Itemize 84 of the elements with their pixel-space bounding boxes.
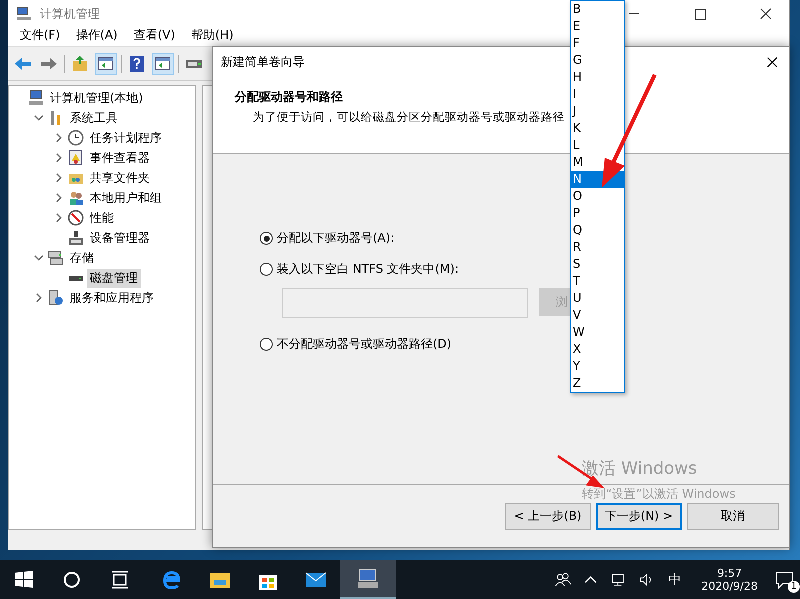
drive-letter-option[interactable]: R bbox=[571, 239, 624, 256]
drive-letter-option[interactable]: F bbox=[571, 35, 624, 52]
services-icon bbox=[48, 290, 64, 306]
drive-letter-option[interactable]: T bbox=[571, 273, 624, 290]
radio-button[interactable] bbox=[260, 263, 273, 276]
storage-icon bbox=[48, 250, 64, 266]
users-icon bbox=[68, 190, 84, 206]
collapsed-chevron-icon[interactable] bbox=[54, 153, 64, 163]
tree-item[interactable]: 系统工具 bbox=[67, 108, 121, 128]
gauge-icon bbox=[68, 210, 84, 226]
notification-badge: 1 bbox=[788, 580, 800, 592]
tree-item[interactable]: 设备管理器 bbox=[87, 228, 153, 248]
menu-item[interactable]: 文件(F) bbox=[12, 28, 68, 43]
expanded-chevron-icon[interactable] bbox=[34, 113, 44, 123]
computer-icon bbox=[16, 6, 32, 22]
compmgmt-taskbar-button[interactable] bbox=[340, 560, 396, 599]
step-description: 为了便于访问，可以给磁盘分区分配驱动器号或驱动器路径 bbox=[253, 110, 565, 125]
tree-item[interactable]: 计算机管理(本地) bbox=[47, 88, 146, 108]
activation-text: 转到“设置”以激活 Windows bbox=[582, 487, 736, 502]
radio-button[interactable] bbox=[260, 338, 273, 351]
people-icon[interactable] bbox=[554, 570, 572, 588]
drive-letter-option[interactable]: H bbox=[571, 69, 624, 86]
drive-letter-option[interactable]: V bbox=[571, 307, 624, 324]
menu-item[interactable]: 查看(V) bbox=[126, 28, 184, 43]
close-button[interactable] bbox=[766, 56, 779, 68]
device-icon bbox=[68, 230, 84, 246]
step-heading: 分配驱动器号和路径 bbox=[235, 89, 343, 106]
collapsed-chevron-icon[interactable] bbox=[54, 133, 64, 143]
tree-item[interactable]: 性能 bbox=[87, 208, 117, 228]
dialog-title: 新建简单卷向导 bbox=[221, 54, 305, 70]
drive-letter-option[interactable]: Y bbox=[571, 358, 624, 375]
clock-date[interactable]: 2020/9/28 bbox=[702, 580, 758, 592]
tree-item[interactable]: 服务和应用程序 bbox=[67, 288, 157, 308]
drive-letter-option[interactable]: B bbox=[571, 1, 624, 18]
radio-label: 装入以下空白 NTFS 文件夹中(M): bbox=[277, 261, 460, 278]
clock-time[interactable]: 9:57 bbox=[717, 566, 742, 580]
collapsed-chevron-icon[interactable] bbox=[54, 193, 64, 203]
tree-item[interactable]: 存储 bbox=[67, 248, 97, 268]
tree-item[interactable]: 共享文件夹 bbox=[87, 168, 153, 188]
drive-letter-option[interactable]: G bbox=[571, 52, 624, 69]
clock-icon bbox=[68, 130, 84, 146]
toolbar-pane-button[interactable] bbox=[95, 52, 117, 74]
input-method-indicator[interactable]: 中 bbox=[668, 570, 682, 588]
expanded-chevron-icon[interactable] bbox=[34, 253, 44, 263]
drive-letter-option[interactable]: O bbox=[571, 188, 624, 205]
drive-letter-option[interactable]: X bbox=[571, 341, 624, 358]
wizard-button[interactable]: < 上一步(B) bbox=[505, 502, 591, 530]
tree-item[interactable]: 磁盘管理 bbox=[87, 268, 141, 288]
drive-letter-option[interactable]: S bbox=[571, 256, 624, 273]
help-icon bbox=[128, 54, 146, 72]
collapsed-chevron-icon[interactable] bbox=[54, 213, 64, 223]
drive-letter-option[interactable]: L bbox=[571, 137, 624, 154]
notification-icon[interactable] bbox=[775, 570, 795, 590]
pane-icon bbox=[97, 54, 115, 72]
menu-item[interactable]: 操作(A) bbox=[68, 28, 126, 43]
tree-item[interactable]: 事件查看器 bbox=[87, 148, 153, 168]
drive-letter-option[interactable]: K bbox=[571, 120, 624, 137]
tree-item[interactable]: 任务计划程序 bbox=[87, 128, 165, 148]
drive-letter-option[interactable]: P bbox=[571, 205, 624, 222]
wizard-button[interactable]: 下一步(N) > bbox=[596, 502, 682, 530]
drive-letter-option[interactable]: E bbox=[571, 18, 624, 35]
drive-letter-option[interactable]: Q bbox=[571, 222, 624, 239]
radio-label: 分配以下驱动器号(A): bbox=[277, 230, 395, 247]
drive-letter-option[interactable]: U bbox=[571, 290, 624, 307]
computer-icon bbox=[356, 566, 380, 590]
computer-icon bbox=[28, 90, 44, 106]
radio-button[interactable] bbox=[260, 232, 273, 245]
drive-letter-option[interactable]: I bbox=[571, 86, 624, 103]
tree-item[interactable]: 本地用户和组 bbox=[87, 188, 165, 208]
collapsed-chevron-icon[interactable] bbox=[54, 173, 64, 183]
drive-letter-option[interactable]: M bbox=[571, 154, 624, 171]
menu-item[interactable]: 帮助(H) bbox=[183, 28, 242, 43]
up-icon bbox=[71, 54, 89, 72]
event-icon bbox=[68, 150, 84, 166]
drive-letter-option[interactable]: J bbox=[571, 103, 624, 120]
drive-letter-option[interactable]: W bbox=[571, 324, 624, 341]
window-title: 计算机管理 bbox=[40, 6, 100, 22]
radio-label: 不分配驱动器号或驱动器路径(D) bbox=[277, 336, 452, 353]
wizard-button[interactable]: 取消 bbox=[687, 502, 779, 530]
collapsed-chevron-icon[interactable] bbox=[34, 293, 44, 303]
pane2-icon bbox=[154, 54, 172, 72]
drive-letter-option[interactable]: Z bbox=[571, 375, 624, 392]
activation-title: 激活 Windows bbox=[582, 459, 698, 479]
toolbar-pane2-button[interactable] bbox=[152, 52, 174, 74]
